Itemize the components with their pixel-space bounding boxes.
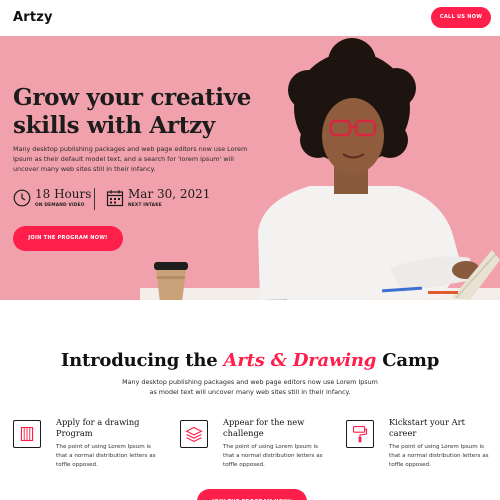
hero-title-line-1: Grow your creative — [13, 84, 252, 111]
layers-icon — [180, 420, 208, 448]
clock-icon — [13, 189, 31, 207]
feature-career: Kickstart your Art career The point of u… — [346, 417, 496, 477]
hero-title: Grow your creative skills with Artzy — [13, 84, 273, 140]
bottom-join-button[interactable]: JOIN THE PROGRAM NOW! — [197, 489, 307, 500]
intro-title-accent: Arts & Drawing — [223, 350, 377, 371]
hero-title-line-2: skills with Artzy — [13, 112, 215, 139]
hero-section: Grow your creative skills with Artzy Man… — [0, 36, 500, 300]
drawing-program-icon — [13, 420, 41, 448]
stat-value: Mar 30, 2021 — [128, 187, 211, 201]
paint-roller-icon — [346, 420, 374, 448]
feature-text: The point of using Lorem Ipsum is that a… — [223, 444, 323, 468]
stat-label: ON DEMAND VIDEO — [35, 203, 85, 208]
feature-text: The point of using Lorem Ipsum is that a… — [389, 444, 489, 468]
feature-title: Kickstart your Art career — [389, 417, 465, 438]
intro-description: Many desktop publishing packages and web… — [122, 378, 378, 396]
intro-title: Introducing the Arts & Drawing Camp — [0, 350, 500, 371]
logo[interactable]: Artzy — [13, 10, 53, 25]
intro-title-post: Camp — [376, 350, 440, 371]
site-header: Artzy CALL US NOW — [0, 0, 500, 36]
hero-description: Many desktop publishing packages and web… — [13, 145, 248, 173]
stat-divider — [94, 188, 95, 210]
feature-text: The point of using Lorem Ipsum is that a… — [56, 444, 156, 468]
coffee-cup-icon — [154, 262, 188, 300]
stat-label: NEXT INTAKE — [128, 203, 162, 208]
feature-challenge: Appear for the new challenge The point o… — [180, 417, 330, 477]
call-us-button[interactable]: CALL US NOW — [431, 7, 491, 28]
hero-stats: 18 Hours ON DEMAND VIDEO Mar 30, 2021 NE… — [13, 186, 263, 212]
feature-title: Appear for the new challenge — [223, 417, 305, 438]
intro-title-pre: Introducing the — [60, 350, 224, 371]
feature-apply: Apply for a drawing Program The point of… — [13, 417, 163, 477]
calendar-icon — [106, 190, 124, 207]
stat-value: 18 Hours — [35, 187, 92, 201]
feature-title: Apply for a drawing Program — [56, 417, 140, 438]
join-program-button[interactable]: JOIN THE PROGRAM NOW! — [13, 226, 123, 251]
